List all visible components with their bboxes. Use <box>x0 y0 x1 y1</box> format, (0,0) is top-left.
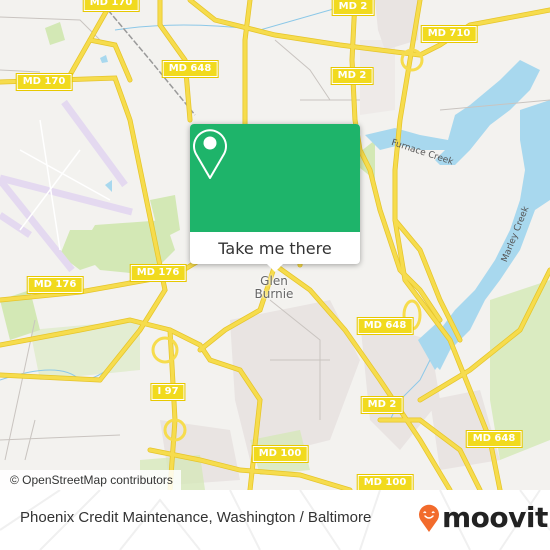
road-shield: MD 100 <box>356 474 414 490</box>
road-shield: MD 2 <box>330 67 374 85</box>
place-title: Phoenix Credit Maintenance, Washington /… <box>20 509 372 526</box>
road-shield: MD 176 <box>129 264 187 282</box>
place-label-glen-burnie: Glen Burnie <box>254 274 294 301</box>
road-shield: MD 170 <box>82 0 140 12</box>
road-shield: MD 2 <box>331 0 375 16</box>
road-shield: MD 170 <box>15 73 73 91</box>
map-pin-icon <box>193 129 227 179</box>
road-shield: MD 648 <box>161 60 219 78</box>
road-shield: MD 100 <box>251 445 309 463</box>
map-view[interactable]: MD 170 MD 170 MD 648 MD 2 MD 2 MD 710 MD… <box>0 0 550 490</box>
popup-header <box>190 124 360 232</box>
road-shield: MD 176 <box>26 276 84 294</box>
footer-bar: Phoenix Credit Maintenance, Washington /… <box>0 490 550 550</box>
road-shield: MD 710 <box>420 25 478 43</box>
moovit-logo[interactable]: moovit <box>418 503 548 533</box>
popup-pointer <box>267 264 283 272</box>
road-shield: MD 648 <box>465 430 523 448</box>
take-me-there-button[interactable]: Take me there <box>190 232 360 264</box>
location-popup: Take me there <box>190 124 360 272</box>
moovit-pin-icon <box>419 504 439 532</box>
road-shield: I 97 <box>150 383 186 401</box>
road-shield: MD 2 <box>360 396 404 414</box>
road-shield: MD 648 <box>356 317 414 335</box>
map-attribution[interactable]: © OpenStreetMap contributors <box>0 470 181 490</box>
moovit-wordmark: moovit <box>442 501 548 534</box>
